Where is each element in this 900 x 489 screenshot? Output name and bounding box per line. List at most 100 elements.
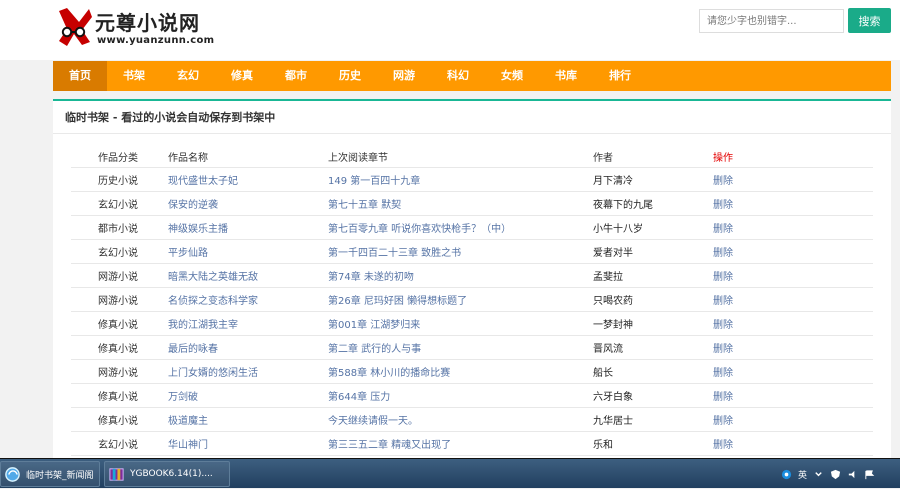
- delete-link[interactable]: 删除: [686, 359, 873, 384]
- main-navigation: 首页 书架 玄幻 修真 都市 历史 网游 科幻 女频 书库 排行: [53, 61, 891, 91]
- nav-bookshelf[interactable]: 书架: [107, 61, 161, 91]
- search-button[interactable]: 搜索: [848, 8, 891, 33]
- delete-link[interactable]: 删除: [686, 311, 873, 336]
- delete-link[interactable]: 删除: [686, 335, 873, 360]
- category-cell: 修真小说: [71, 407, 141, 432]
- table-row: 网游小说 名侦探之变态科学家 第26章 尼玛好困 懒得想标题了 只喝农药 删除: [71, 287, 873, 312]
- table-row: 历史小说 现代盛世太子妃 149 第一百四十九章 月下清冷 删除: [71, 167, 873, 192]
- category-cell: 网游小说: [71, 287, 141, 312]
- book-title-link[interactable]: 最后的咏春: [141, 335, 301, 360]
- chevron-down-icon[interactable]: [813, 469, 824, 480]
- last-chapter-link[interactable]: 第七十五章 默契: [301, 191, 566, 216]
- delete-link[interactable]: 删除: [686, 167, 873, 192]
- book-title-link[interactable]: 神级娱乐主播: [141, 215, 301, 240]
- last-chapter-link[interactable]: 第二章 武行的人与事: [301, 335, 566, 360]
- last-chapter-link[interactable]: 第001章 江湖梦归来: [301, 311, 566, 336]
- delete-link[interactable]: 删除: [686, 215, 873, 240]
- bookshelf-panel: 临时书架 - 看过的小说会自动保存到书架中 作品分类 作品名称 上次阅读章节 作…: [53, 99, 891, 458]
- category-cell: 修真小说: [71, 311, 141, 336]
- category-cell: 都市小说: [71, 215, 141, 240]
- book-title-link[interactable]: 现代盛世太子妃: [141, 167, 301, 192]
- volume-icon[interactable]: [847, 469, 858, 480]
- system-tray: 英: [776, 459, 900, 489]
- table-header-row: 作品分类 作品名称 上次阅读章节 作者 操作: [71, 146, 873, 168]
- logo-mark-icon: [59, 8, 92, 46]
- book-title-link[interactable]: 我的江湖我主宰: [141, 311, 301, 336]
- book-title-link[interactable]: 名侦探之变态科学家: [141, 287, 301, 312]
- nav-scifi[interactable]: 科幻: [431, 61, 485, 91]
- nav-library[interactable]: 书库: [539, 61, 593, 91]
- bookshelf-table: 作品分类 作品名称 上次阅读章节 作者 操作 历史小说 现代盛世太子妃 149 第一…: [71, 146, 873, 456]
- author-cell: 夜幕下的九尾: [566, 191, 686, 216]
- delete-link[interactable]: 删除: [686, 287, 873, 312]
- nav-female[interactable]: 女频: [485, 61, 539, 91]
- book-title-link[interactable]: 上门女婿的悠闲生活: [141, 359, 301, 384]
- table-row: 网游小说 暗黑大陆之英雄无敌 第74章 未遂的初吻 孟斐拉 删除: [71, 263, 873, 288]
- header-book-title: 作品名称: [141, 146, 301, 168]
- delete-link[interactable]: 删除: [686, 263, 873, 288]
- input-language[interactable]: 英: [798, 468, 807, 481]
- book-title-link[interactable]: 华山神门: [141, 431, 301, 456]
- nav-online-game[interactable]: 网游: [377, 61, 431, 91]
- last-chapter-link[interactable]: 149 第一百四十九章: [301, 167, 566, 192]
- last-chapter-link[interactable]: 第三三五二章 精魂又出现了: [301, 431, 566, 456]
- nav-home[interactable]: 首页: [53, 61, 107, 91]
- book-title-link[interactable]: 保安的逆袭: [141, 191, 301, 216]
- page: 元尊小说网 www.yuanzunn.com 搜索 首页 书架 玄幻 修真 都市…: [0, 0, 900, 458]
- delete-link[interactable]: 删除: [686, 383, 873, 408]
- header-author: 作者: [566, 146, 686, 168]
- header-operation: 操作: [686, 146, 873, 168]
- taskbar-archive[interactable]: YGBOOK6.14(1)....: [104, 461, 230, 487]
- author-cell: 小牛十八岁: [566, 215, 686, 240]
- bookshelf-title: 临时书架 - 看过的小说会自动保存到书架中: [53, 101, 891, 134]
- logo-name: 元尊小说网: [95, 11, 200, 35]
- header-category: 作品分类: [71, 146, 141, 168]
- table-row: 网游小说 上门女婿的悠闲生活 第588章 林小川的播命比赛 船长 删除: [71, 359, 873, 384]
- category-cell: 玄幻小说: [71, 239, 141, 264]
- input-method-icon[interactable]: [781, 469, 792, 480]
- nav-ranking[interactable]: 排行: [593, 61, 647, 91]
- last-chapter-link[interactable]: 第一千四百二十三章 致胜之书: [301, 239, 566, 264]
- last-chapter-link[interactable]: 第26章 尼玛好困 懒得想标题了: [301, 287, 566, 312]
- author-cell: 六牙白象: [566, 383, 686, 408]
- delete-link[interactable]: 删除: [686, 431, 873, 456]
- book-title-link[interactable]: 暗黑大陆之英雄无敌: [141, 263, 301, 288]
- last-chapter-link[interactable]: 第七百零九章 听说你喜欢快枪手？（中）: [301, 215, 566, 240]
- category-cell: 修真小说: [71, 383, 141, 408]
- nav-fantasy[interactable]: 玄幻: [161, 61, 215, 91]
- last-chapter-link[interactable]: 第74章 未遂的初吻: [301, 263, 566, 288]
- delete-link[interactable]: 删除: [686, 239, 873, 264]
- author-cell: 只喝农药: [566, 287, 686, 312]
- bookshelf-rows: 历史小说 现代盛世太子妃 149 第一百四十九章 月下清冷 删除 玄幻小说 保安的逆袭 第七十…: [71, 167, 873, 456]
- search-input[interactable]: [699, 9, 844, 33]
- site-logo[interactable]: 元尊小说网 www.yuanzunn.com: [55, 5, 215, 51]
- archive-icon: [109, 467, 124, 481]
- header-last-chapter: 上次阅读章节: [301, 146, 566, 168]
- book-title-link[interactable]: 极道魔主: [141, 407, 301, 432]
- shield-icon[interactable]: [830, 469, 841, 480]
- delete-link[interactable]: 删除: [686, 407, 873, 432]
- last-chapter-link[interactable]: 第588章 林小川的播命比赛: [301, 359, 566, 384]
- browser-icon: [5, 466, 20, 482]
- author-cell: 爱者对半: [566, 239, 686, 264]
- nav-urban[interactable]: 都市: [269, 61, 323, 91]
- flag-icon[interactable]: [864, 469, 875, 480]
- category-cell: 网游小说: [71, 263, 141, 288]
- last-chapter-link[interactable]: 今天继续请假一天。: [301, 407, 566, 432]
- nav-history[interactable]: 历史: [323, 61, 377, 91]
- last-chapter-link[interactable]: 第644章 压力: [301, 383, 566, 408]
- logo-url: www.yuanzunn.com: [97, 35, 215, 46]
- category-cell: 网游小说: [71, 359, 141, 384]
- nav-cultivation[interactable]: 修真: [215, 61, 269, 91]
- table-row: 都市小说 神级娱乐主播 第七百零九章 听说你喜欢快枪手？（中） 小牛十八岁 删除: [71, 215, 873, 240]
- author-cell: 乐和: [566, 431, 686, 456]
- table-row: 修真小说 极道魔主 今天继续请假一天。 九华居士 删除: [71, 407, 873, 432]
- book-title-link[interactable]: 万剑破: [141, 383, 301, 408]
- table-row: 玄幻小说 平步仙路 第一千四百二十三章 致胜之书 爱者对半 删除: [71, 239, 873, 264]
- author-cell: 船长: [566, 359, 686, 384]
- book-title-link[interactable]: 平步仙路: [141, 239, 301, 264]
- delete-link[interactable]: 删除: [686, 191, 873, 216]
- taskbar-browser[interactable]: 临时书架_新闻阁: [0, 461, 100, 487]
- table-row: 玄幻小说 华山神门 第三三五二章 精魂又出现了 乐和 删除: [71, 431, 873, 456]
- table-row: 玄幻小说 保安的逆袭 第七十五章 默契 夜幕下的九尾 删除: [71, 191, 873, 216]
